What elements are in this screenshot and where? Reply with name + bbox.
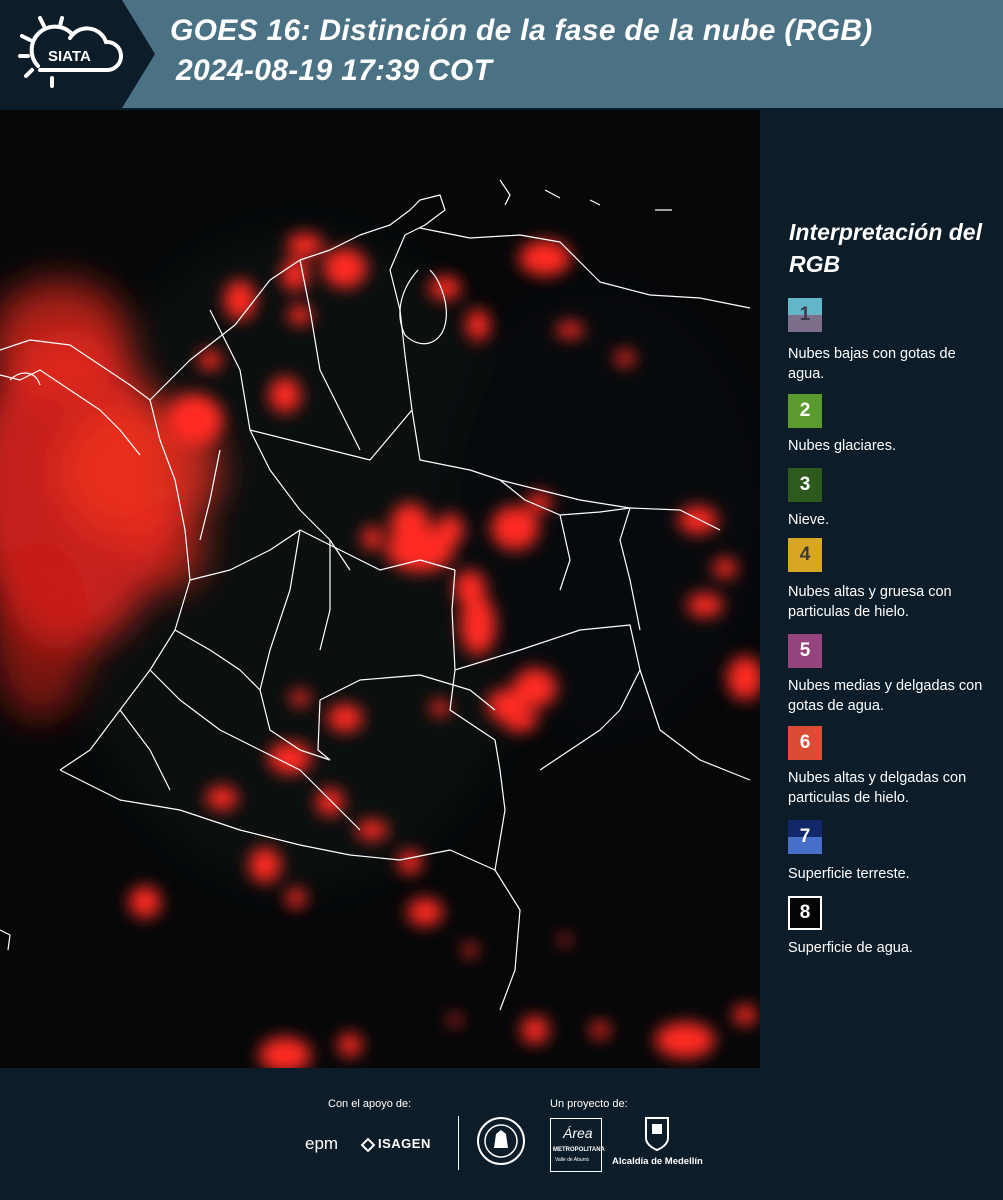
page-timestamp: 2024-08-19 17:39 COT <box>176 54 493 87</box>
alcaldia-logo: Alcaldía de Medellín <box>612 1116 707 1172</box>
legend-swatch-8: 8 <box>788 896 822 930</box>
shield-icon <box>645 1117 669 1152</box>
project-caption: Un proyecto de: <box>550 1098 628 1110</box>
epm-logo-text: epm <box>305 1134 339 1153</box>
legend-label-4: Nubes altas y gruesa con particulas de h… <box>788 584 952 620</box>
legend-swatch-3: 3 <box>788 468 822 502</box>
legend-swatch-6: 6 <box>788 726 822 760</box>
isagen-icon <box>360 1137 376 1153</box>
footer-separator <box>458 1116 459 1170</box>
legend-label-1: Nubes bajas con gotas de agua. <box>788 346 956 382</box>
legend-number-3: 3 <box>799 474 811 495</box>
legend-number-8: 8 <box>799 902 811 923</box>
legend-title: Interpretación del RGB <box>789 219 982 277</box>
legend-label-8: Superficie de agua. <box>788 940 913 956</box>
legend-label-6: Nubes altas y delgadas con particulas de… <box>788 770 967 806</box>
header-bar: SIATA GOES 16: Distinción de la fase de … <box>0 0 1003 108</box>
legend-number-5: 5 <box>799 640 811 661</box>
siata-logo-text: SIATA <box>48 48 91 65</box>
area-logo-subtext-2: Valle de Aburrá <box>555 1157 589 1163</box>
page-title: GOES 16: Distinción de la fase de la nub… <box>170 14 873 47</box>
legend-label-7: Superficie terreste. <box>788 866 910 882</box>
area-logo-subtext: METROPOLITANA <box>553 1147 605 1153</box>
alcaldia-logo-text: Alcaldía de Medellín <box>612 1156 703 1167</box>
legend-swatch-1: 1 <box>788 298 822 332</box>
legend-label-2: Nubes glaciares. <box>788 438 896 454</box>
legend-swatch-5: 5 <box>788 634 822 668</box>
legend-swatch-4: 4 <box>788 538 822 572</box>
legend-number-2: 2 <box>799 400 811 421</box>
epm-logo: epm <box>305 1134 338 1154</box>
seal-logo <box>476 1116 526 1171</box>
legend-number-6: 6 <box>799 732 811 753</box>
area-metropolitana-logo: Área METROPOLITANA Valle de Aburrá <box>550 1118 605 1172</box>
area-logo-text: Área <box>563 1125 593 1141</box>
legend-label-3: Nieve. <box>788 512 830 528</box>
isagen-logo: ISAGEN <box>360 1134 440 1156</box>
satellite-map <box>0 110 760 1070</box>
legend-swatch-7: 7 <box>788 820 822 854</box>
siata-logo: SIATA <box>0 0 158 108</box>
footer: Con el apoyo de: Un proyecto de: epm ISA… <box>0 1068 1003 1200</box>
support-caption: Con el apoyo de: <box>328 1098 412 1110</box>
isagen-logo-text: ISAGEN <box>378 1136 431 1151</box>
legend-number-1: 1 <box>799 304 811 325</box>
legend-number-4: 4 <box>799 544 811 565</box>
legend-number-7: 7 <box>799 826 811 847</box>
legend-panel: Interpretación del RGB 1 Nubes bajas con… <box>760 110 1003 1068</box>
legend-label-5: Nubes medias y delgadas con gotas de agu… <box>788 678 983 714</box>
legend-swatch-2: 2 <box>788 394 822 428</box>
